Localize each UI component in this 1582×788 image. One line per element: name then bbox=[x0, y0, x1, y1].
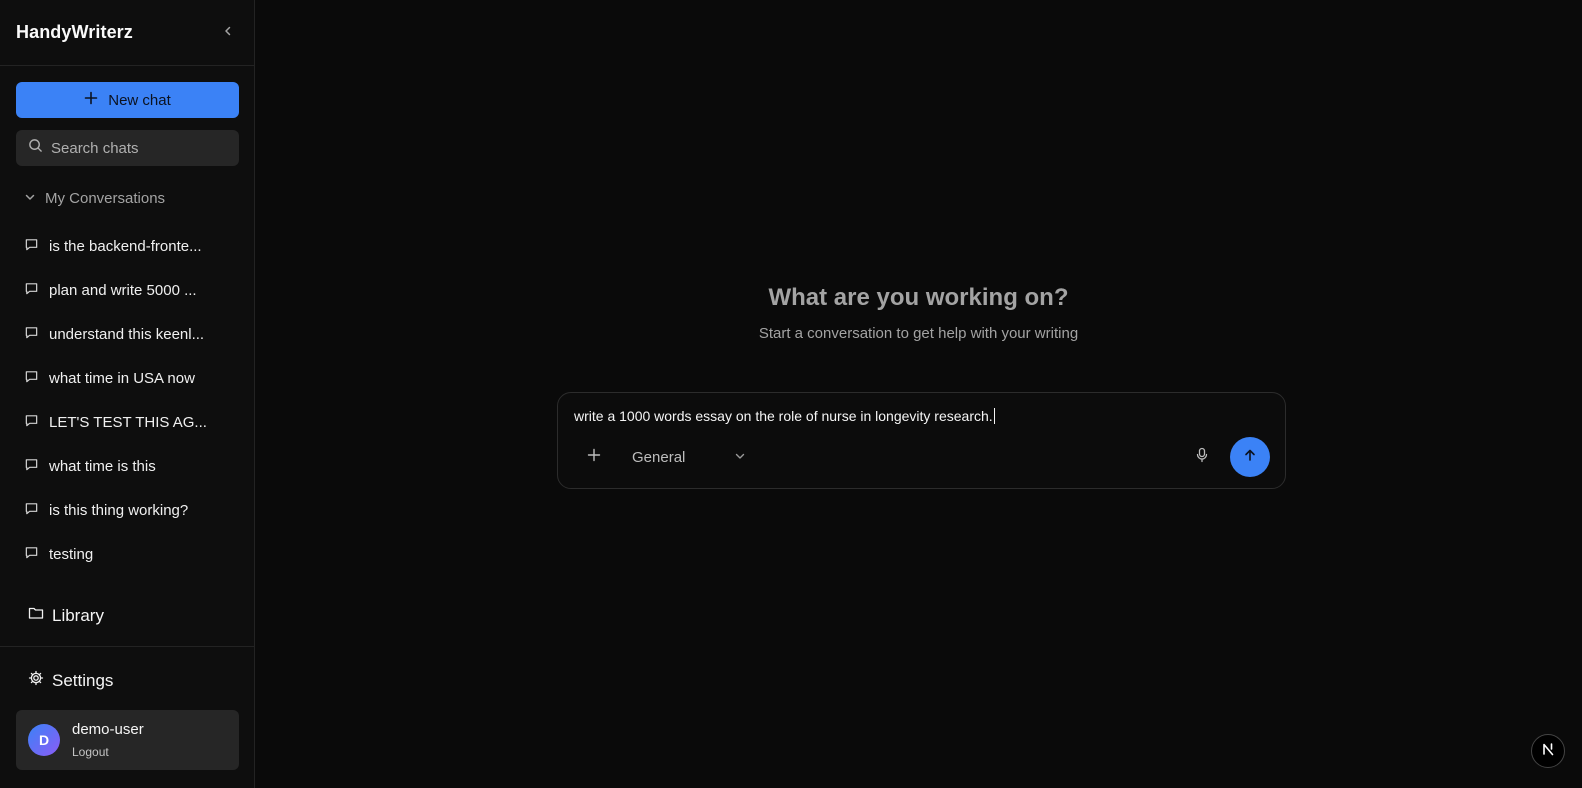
page-subtitle: Start a conversation to get help with yo… bbox=[758, 325, 1079, 342]
page-title: What are you working on? bbox=[768, 284, 1069, 311]
conversation-label: plan and write 5000 ... bbox=[49, 281, 197, 299]
user-info: demo-user Logout bbox=[72, 721, 144, 759]
search-icon bbox=[28, 138, 43, 158]
user-card: D demo-user Logout bbox=[16, 710, 239, 770]
conversation-label: what time is this bbox=[49, 457, 156, 475]
sidebar-header: HandyWriterz bbox=[0, 0, 254, 66]
library-link[interactable]: Library bbox=[28, 605, 104, 626]
sidebar-divider bbox=[0, 646, 254, 647]
voice-input-button[interactable] bbox=[1192, 447, 1212, 467]
sidebar: HandyWriterz New chat My Conversatio bbox=[0, 0, 255, 788]
message-icon bbox=[24, 325, 39, 344]
next-logo-icon bbox=[1540, 741, 1556, 762]
mode-select[interactable]: General bbox=[624, 445, 754, 469]
conversation-item[interactable]: is this thing working? bbox=[24, 488, 234, 532]
message-icon bbox=[24, 457, 39, 476]
new-chat-button[interactable]: New chat bbox=[16, 82, 239, 118]
conversation-label: understand this keenl... bbox=[49, 325, 205, 343]
conversation-label: what time in USA now bbox=[49, 369, 195, 387]
message-icon bbox=[24, 501, 39, 520]
section-title: My Conversations bbox=[45, 190, 166, 207]
plus-icon bbox=[84, 91, 98, 109]
conversation-label: LET'S TEST THIS AG... bbox=[49, 413, 207, 431]
chevron-down-icon bbox=[24, 190, 36, 207]
text-caret bbox=[993, 408, 995, 424]
conversation-list: is the backend-fronte... plan and write … bbox=[24, 224, 234, 576]
message-icon bbox=[24, 369, 39, 388]
my-conversations-toggle[interactable]: My Conversations bbox=[24, 190, 165, 207]
settings-link[interactable]: Settings bbox=[28, 670, 113, 691]
search-chats-input[interactable] bbox=[51, 139, 221, 157]
app: HandyWriterz New chat My Conversatio bbox=[0, 0, 1582, 788]
send-button[interactable] bbox=[1230, 437, 1270, 477]
collapse-sidebar-button[interactable] bbox=[218, 23, 238, 43]
message-composer[interactable]: write a 1000 words essay on the role of … bbox=[557, 392, 1286, 489]
conversation-label: is this thing working? bbox=[49, 501, 189, 519]
message-input[interactable]: write a 1000 words essay on the role of … bbox=[574, 408, 995, 424]
user-name: demo-user bbox=[72, 721, 144, 738]
conversation-item[interactable]: testing bbox=[24, 532, 234, 576]
folder-icon bbox=[28, 605, 44, 626]
mic-icon bbox=[1195, 447, 1209, 468]
search-box bbox=[16, 130, 239, 166]
conversation-item[interactable]: what time is this bbox=[24, 444, 234, 488]
settings-label: Settings bbox=[52, 670, 114, 690]
message-input-text: write a 1000 words essay on the role of … bbox=[574, 408, 993, 424]
arrow-up-icon bbox=[1243, 448, 1257, 467]
logout-button[interactable]: Logout bbox=[72, 745, 144, 759]
chevron-left-icon bbox=[222, 24, 234, 42]
library-label: Library bbox=[52, 605, 104, 625]
message-icon bbox=[24, 413, 39, 432]
conversation-item[interactable]: what time in USA now bbox=[24, 356, 234, 400]
conversation-item[interactable]: is the backend-fronte... bbox=[24, 224, 234, 268]
attach-button[interactable] bbox=[584, 447, 604, 467]
avatar: D bbox=[28, 724, 60, 756]
message-icon bbox=[24, 545, 39, 564]
new-chat-label: New chat bbox=[108, 91, 171, 109]
brand-title: HandyWriterz bbox=[16, 22, 133, 42]
dev-tools-button[interactable] bbox=[1531, 734, 1565, 768]
conversation-item[interactable]: understand this keenl... bbox=[24, 312, 234, 356]
conversation-item[interactable]: plan and write 5000 ... bbox=[24, 268, 234, 312]
chevron-down-icon bbox=[734, 449, 746, 466]
mode-select-value: General bbox=[632, 448, 686, 466]
plus-icon bbox=[587, 448, 601, 467]
gear-icon bbox=[28, 670, 44, 691]
conversation-label: testing bbox=[49, 545, 94, 563]
conversation-item[interactable]: LET'S TEST THIS AG... bbox=[24, 400, 234, 444]
main-area: What are you working on? Start a convers… bbox=[255, 0, 1582, 788]
message-icon bbox=[24, 237, 39, 256]
conversation-label: is the backend-fronte... bbox=[49, 237, 202, 255]
message-icon bbox=[24, 281, 39, 300]
